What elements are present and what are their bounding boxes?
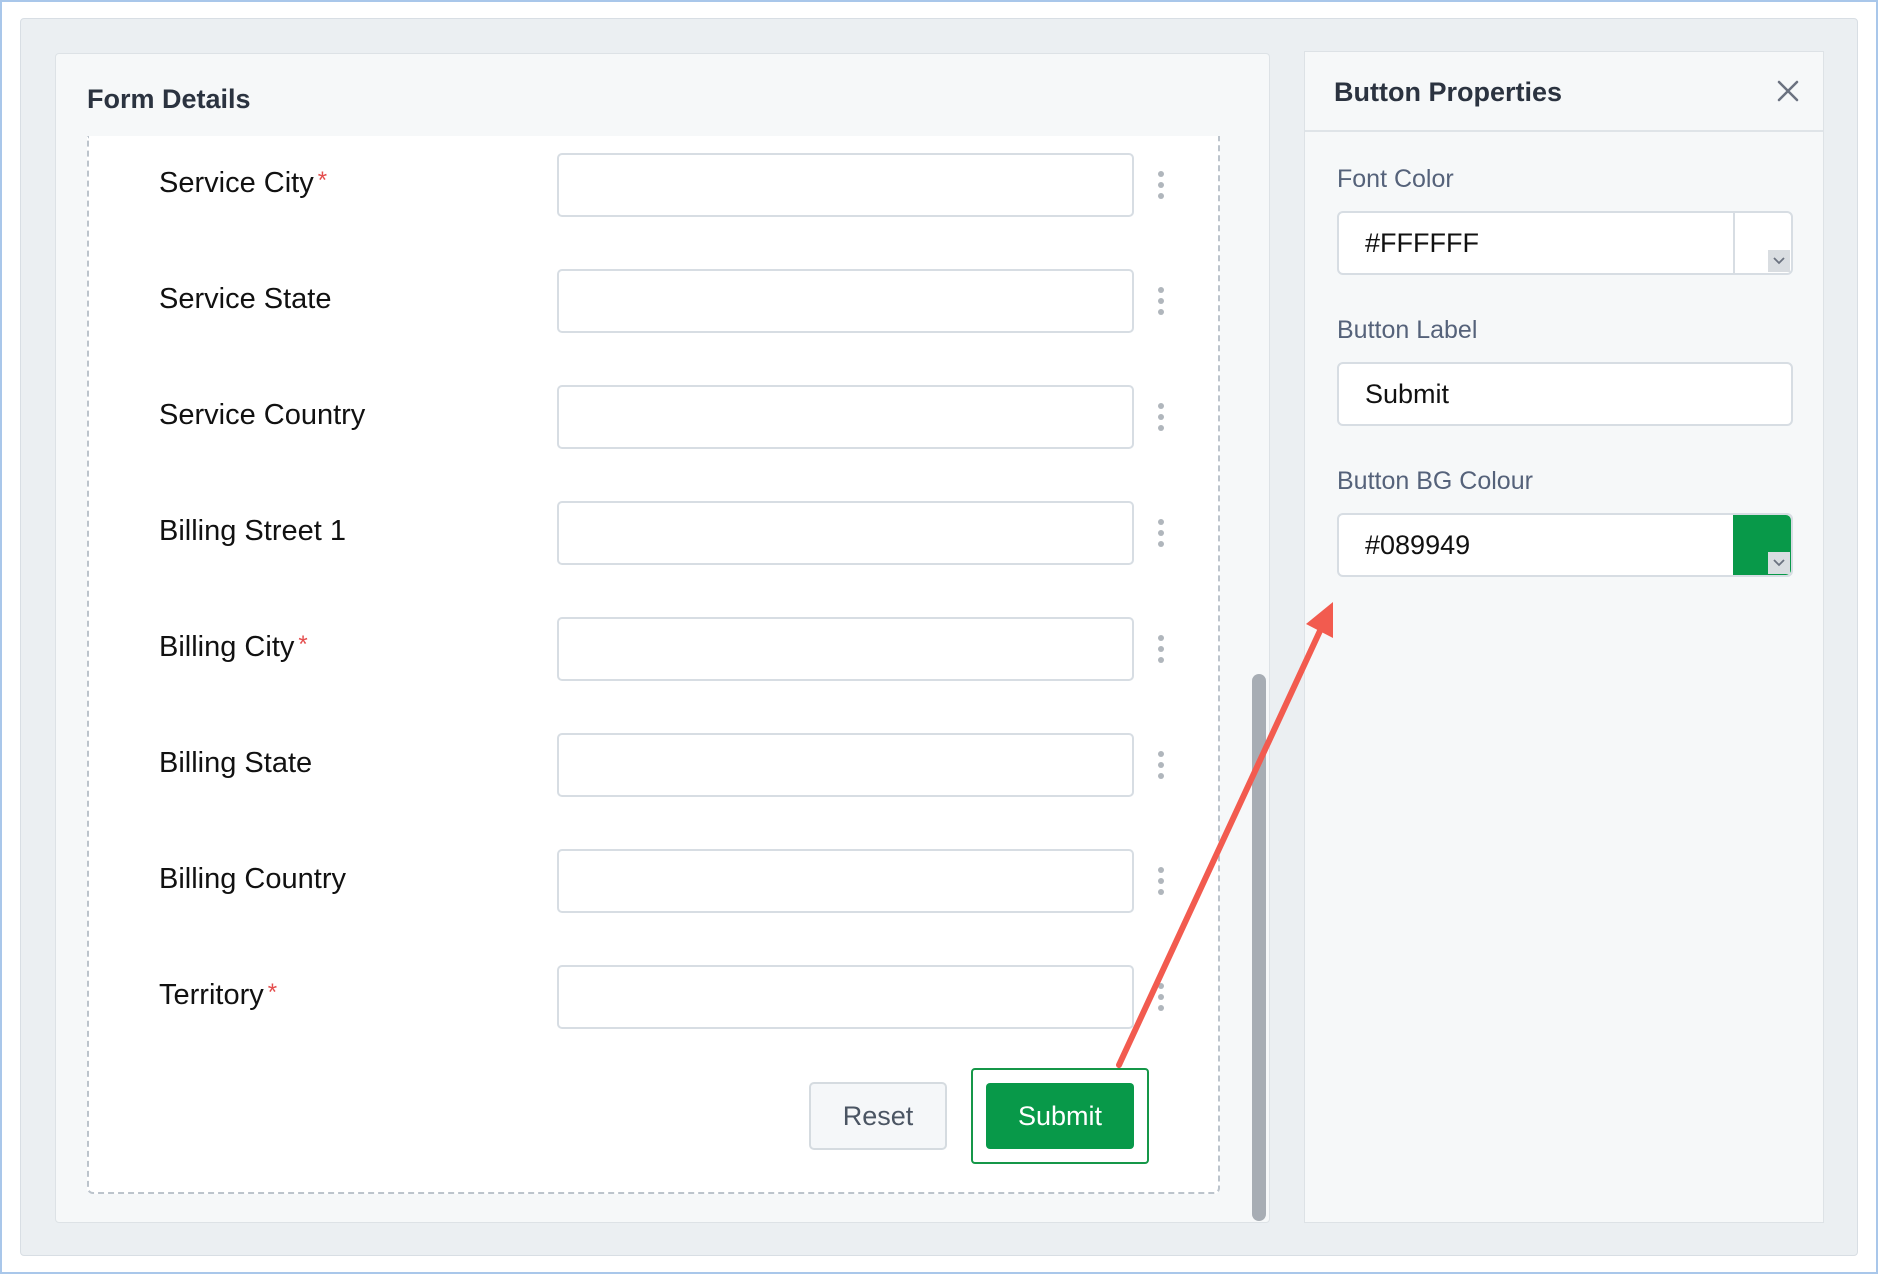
billing-city-input[interactable] bbox=[557, 617, 1134, 681]
chevron-down-icon[interactable] bbox=[1768, 552, 1790, 574]
button-bg-colour-input[interactable]: #089949 bbox=[1337, 513, 1793, 577]
field-label: Service City * bbox=[159, 167, 328, 199]
form-field-row: Territory * bbox=[89, 965, 1222, 1029]
kebab-menu-icon[interactable] bbox=[1157, 983, 1165, 1011]
kebab-menu-icon[interactable] bbox=[1157, 171, 1165, 199]
kebab-menu-icon[interactable] bbox=[1157, 403, 1165, 431]
form-details-panel: Form Details Service City * Service State… bbox=[55, 53, 1270, 1223]
button-bg-colour-label: Button BG Colour bbox=[1337, 467, 1533, 495]
kebab-menu-icon[interactable] bbox=[1157, 519, 1165, 547]
button-properties-panel: Button Properties Font Color #FFFFFF But… bbox=[1304, 51, 1824, 1223]
field-label: Territory * bbox=[159, 979, 278, 1011]
field-label: Billing City * bbox=[159, 631, 308, 663]
billing-street-1-input[interactable] bbox=[557, 501, 1134, 565]
button-label-input[interactable]: Submit bbox=[1337, 362, 1793, 426]
font-color-label: Font Color bbox=[1337, 165, 1454, 193]
required-marker: * bbox=[298, 631, 308, 658]
bg-colour-swatch[interactable] bbox=[1733, 515, 1791, 575]
service-country-input[interactable] bbox=[557, 385, 1134, 449]
font-color-value: #FFFFFF bbox=[1365, 228, 1479, 258]
submit-button[interactable]: Submit bbox=[986, 1083, 1134, 1149]
panel-header: Button Properties bbox=[1305, 52, 1823, 132]
kebab-menu-icon[interactable] bbox=[1157, 751, 1165, 779]
chevron-down-icon[interactable] bbox=[1768, 250, 1790, 272]
field-label: Billing State bbox=[159, 747, 313, 779]
kebab-menu-icon[interactable] bbox=[1157, 867, 1165, 895]
billing-state-input[interactable] bbox=[557, 733, 1134, 797]
service-state-input[interactable] bbox=[557, 269, 1134, 333]
service-city-input[interactable] bbox=[557, 153, 1134, 217]
form-field-row: Billing City * bbox=[89, 617, 1222, 681]
field-label: Billing Street 1 bbox=[159, 515, 346, 547]
panel-title: Button Properties bbox=[1334, 77, 1563, 107]
window-frame: Form Details Service City * Service State… bbox=[0, 0, 1878, 1274]
field-label: Billing Country bbox=[159, 863, 346, 895]
button-label-value: Submit bbox=[1365, 379, 1450, 409]
form-title: Form Details bbox=[87, 84, 251, 114]
field-label: Service State bbox=[159, 283, 332, 315]
submit-button-selection[interactable]: Submit bbox=[971, 1068, 1149, 1164]
billing-country-input[interactable] bbox=[557, 849, 1134, 913]
required-marker: * bbox=[317, 167, 328, 194]
font-color-input[interactable]: #FFFFFF bbox=[1337, 211, 1793, 275]
reset-button[interactable]: Reset bbox=[809, 1082, 947, 1150]
font-color-swatch[interactable] bbox=[1733, 213, 1791, 273]
form-field-row: Service State bbox=[89, 269, 1222, 333]
form-field-row: Service Country bbox=[89, 385, 1222, 449]
form-canvas: Service City * Service State Service Coun… bbox=[87, 136, 1220, 1194]
kebab-menu-icon[interactable] bbox=[1157, 287, 1165, 315]
button-bg-colour-value: #089949 bbox=[1365, 530, 1471, 560]
required-marker: * bbox=[267, 979, 278, 1006]
form-field-row: Billing Street 1 bbox=[89, 501, 1222, 565]
button-label-label: Button Label bbox=[1337, 316, 1478, 344]
form-field-row: Service City * bbox=[89, 153, 1222, 217]
scrollbar-thumb[interactable] bbox=[1252, 674, 1266, 1221]
close-icon[interactable] bbox=[1775, 78, 1801, 104]
kebab-menu-icon[interactable] bbox=[1157, 635, 1165, 663]
form-field-row: Billing State bbox=[89, 733, 1222, 797]
territory-input[interactable] bbox=[557, 965, 1134, 1029]
field-label: Service Country bbox=[159, 399, 366, 431]
form-field-row: Billing Country bbox=[89, 849, 1222, 913]
